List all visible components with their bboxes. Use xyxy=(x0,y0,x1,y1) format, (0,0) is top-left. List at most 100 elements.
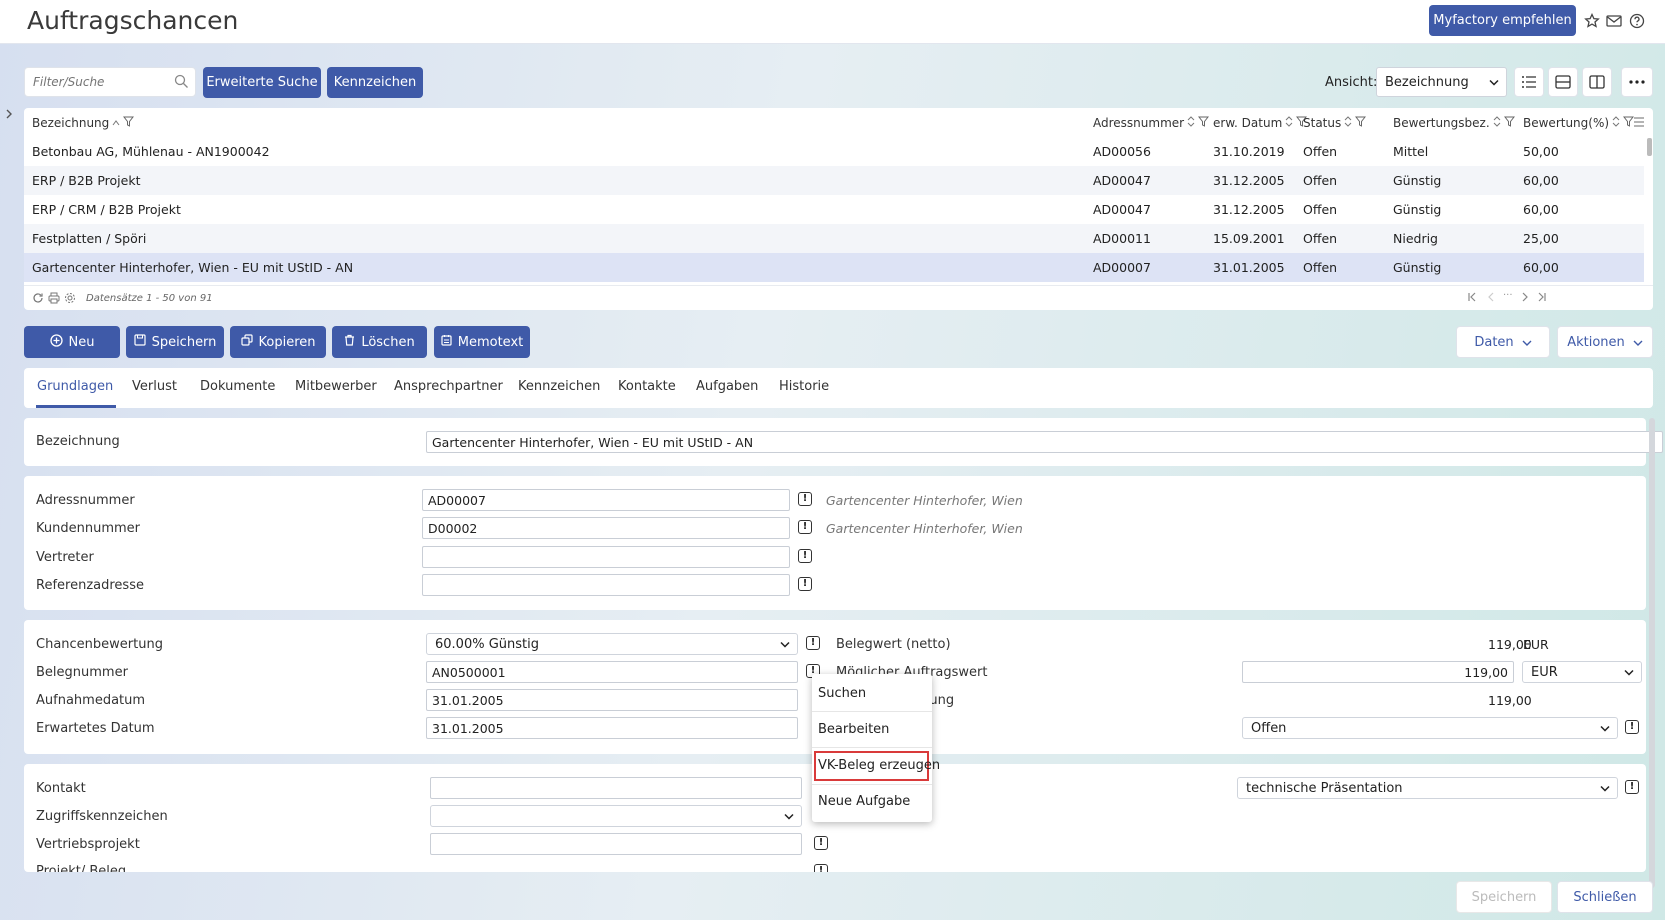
lookup-icon[interactable]: ! xyxy=(798,577,812,591)
save-button[interactable]: Speichern xyxy=(126,326,224,358)
close-label: Schließen xyxy=(1573,889,1637,905)
filter-icon[interactable] xyxy=(1355,116,1367,130)
help-icon[interactable] xyxy=(1627,11,1647,31)
lookup-icon[interactable]: ! xyxy=(1625,720,1639,734)
column-header-status[interactable]: Status xyxy=(1303,116,1367,130)
tab-verlust[interactable]: Verlust xyxy=(132,379,177,394)
lookup-icon[interactable]: ! xyxy=(806,636,820,650)
close-button[interactable]: Schließen xyxy=(1557,881,1653,913)
currency-select[interactable]: EUR xyxy=(1522,661,1642,683)
lookup-icon[interactable]: ! xyxy=(1625,780,1639,794)
table-row[interactable]: ERP / CRM / B2B Projekt AD00047 31.12.20… xyxy=(24,195,1644,224)
moeglicher-auftragswert-input[interactable]: 119,00 xyxy=(1242,661,1514,683)
referenzadresse-input[interactable] xyxy=(422,574,790,596)
print-icon[interactable] xyxy=(48,292,60,307)
table-row[interactable]: Festplatten / Spöri AD00011 15.09.2001 O… xyxy=(24,224,1644,253)
lookup-icon[interactable]: ! xyxy=(814,864,828,872)
grid-scrollbar[interactable] xyxy=(1647,138,1652,156)
column-header-bezeichnung[interactable]: Bezeichnung xyxy=(32,116,135,130)
lookup-icon[interactable]: ! xyxy=(798,492,812,506)
tab-dokumente[interactable]: Dokumente xyxy=(200,379,275,394)
tab-aufgaben[interactable]: Aufgaben xyxy=(696,379,758,394)
split-vertical-icon[interactable] xyxy=(1582,67,1612,97)
copy-button[interactable]: Kopieren xyxy=(230,326,326,358)
sidebar-expand-icon[interactable] xyxy=(5,108,13,124)
prev-page-icon[interactable] xyxy=(1486,292,1496,305)
column-header-bewertungsbez[interactable]: Bewertungsbez. xyxy=(1393,116,1515,130)
bezeichnung-input[interactable]: Gartencenter Hinterhofer, Wien - EU mit … xyxy=(426,431,1663,453)
filter-icon[interactable] xyxy=(1503,116,1515,130)
filter-icon[interactable] xyxy=(1198,116,1210,130)
column-header-adressnummer[interactable]: Adressnummer xyxy=(1093,116,1210,130)
page-scrollbar[interactable] xyxy=(1649,418,1655,888)
first-page-icon[interactable] xyxy=(1467,292,1477,305)
advanced-search-button[interactable]: Erweiterte Suche xyxy=(203,67,321,98)
tab-kennzeichen[interactable]: Kennzeichen xyxy=(518,379,600,394)
tab-grundlagen[interactable]: Grundlagen xyxy=(37,379,113,394)
menu-item-vk-beleg-erzeugen[interactable]: VK-Beleg erzeugen xyxy=(818,758,940,773)
column-header-bewertung[interactable]: Bewertung(%) xyxy=(1523,116,1635,130)
search-icon[interactable] xyxy=(174,74,189,93)
settings-icon[interactable] xyxy=(64,292,76,307)
table-row[interactable]: Betonbau AG, Mühlenau - AN1900042 AD0005… xyxy=(24,137,1644,166)
filter-search-input[interactable] xyxy=(25,68,165,96)
data-dropdown-button[interactable]: Daten xyxy=(1456,326,1550,358)
sort-asc-icon[interactable] xyxy=(112,116,120,130)
split-horizontal-icon[interactable] xyxy=(1548,67,1578,97)
menu-item-neue-aufgabe[interactable]: Neue Aufgabe xyxy=(818,794,910,809)
filter-search-box[interactable] xyxy=(24,67,196,97)
tab-kontakte[interactable]: Kontakte xyxy=(618,379,676,394)
table-row-selected[interactable]: Gartencenter Hinterhofer, Wien - EU mit … xyxy=(24,253,1644,282)
mail-icon[interactable] xyxy=(1604,11,1624,31)
adressnummer-label: Adressnummer xyxy=(36,493,135,508)
erwartetes-datum-input[interactable]: 31.01.2005 xyxy=(426,717,798,739)
kontakt-input[interactable] xyxy=(430,777,802,799)
zugriffskennzeichen-label: Zugriffskennzeichen xyxy=(36,809,168,824)
chancenbewertung-select[interactable]: 60.00% Günstig xyxy=(426,633,798,655)
kundennummer-input[interactable]: D00002 xyxy=(422,517,790,539)
filter-icon[interactable] xyxy=(123,116,135,130)
adressnummer-hint: Gartencenter Hinterhofer, Wien xyxy=(826,493,1023,508)
vertriebsprojekt-input[interactable] xyxy=(430,833,802,855)
sort-icon[interactable] xyxy=(1493,116,1501,130)
cell-bewertungsbez: Mittel xyxy=(1393,144,1429,159)
actions-dropdown-button[interactable]: Aktionen xyxy=(1557,326,1653,358)
sort-icon[interactable] xyxy=(1187,116,1195,130)
lookup-icon[interactable]: ! xyxy=(798,520,812,534)
footer-save-button[interactable]: Speichern xyxy=(1456,881,1552,913)
aufnahmedatum-input[interactable]: 31.01.2005 xyxy=(426,689,798,711)
pager-ellipsis[interactable]: ··· xyxy=(1503,290,1513,301)
status-select[interactable]: Offen xyxy=(1242,717,1618,739)
delete-button[interactable]: Löschen xyxy=(332,326,427,358)
recommend-button[interactable]: Myfactory empfehlen xyxy=(1429,5,1576,36)
belegnummer-input[interactable]: AN0500001 xyxy=(426,661,798,683)
tab-historie[interactable]: Historie xyxy=(779,379,829,394)
vertreter-input[interactable] xyxy=(422,546,790,568)
phase-select[interactable]: technische Präsentation xyxy=(1237,777,1618,799)
star-icon[interactable] xyxy=(1582,11,1602,31)
tab-ansprechpartner[interactable]: Ansprechpartner xyxy=(394,379,503,394)
list-view-icon[interactable] xyxy=(1514,67,1544,97)
sort-icon[interactable] xyxy=(1285,116,1293,130)
column-header-erw-datum[interactable]: erw. Datum xyxy=(1213,116,1308,130)
zugriffskennzeichen-select[interactable] xyxy=(430,805,802,827)
more-options-icon[interactable] xyxy=(1621,67,1653,97)
table-row[interactable]: ERP / B2B Projekt AD00047 31.12.2005 Off… xyxy=(24,166,1644,195)
new-button[interactable]: Neu xyxy=(24,326,120,358)
menu-item-bearbeiten[interactable]: Bearbeiten xyxy=(818,722,889,737)
lookup-icon[interactable]: ! xyxy=(814,836,828,850)
lookup-icon[interactable]: ! xyxy=(798,549,812,563)
sort-icon[interactable] xyxy=(1612,116,1620,130)
cell-bezeichnung: Gartencenter Hinterhofer, Wien - EU mit … xyxy=(32,260,354,275)
column-menu-icon[interactable] xyxy=(1633,117,1645,127)
sort-icon[interactable] xyxy=(1344,116,1352,130)
tab-mitbewerber[interactable]: Mitbewerber xyxy=(295,379,377,394)
last-page-icon[interactable] xyxy=(1537,292,1547,305)
refresh-icon[interactable] xyxy=(32,292,44,307)
memo-button[interactable]: Memotext xyxy=(434,326,530,358)
next-page-icon[interactable] xyxy=(1520,292,1530,305)
tags-button[interactable]: Kennzeichen xyxy=(327,67,423,98)
view-select[interactable]: Bezeichnung xyxy=(1376,67,1507,97)
adressnummer-input[interactable]: AD00007 xyxy=(422,489,790,511)
menu-item-suchen[interactable]: Suchen xyxy=(818,686,866,701)
